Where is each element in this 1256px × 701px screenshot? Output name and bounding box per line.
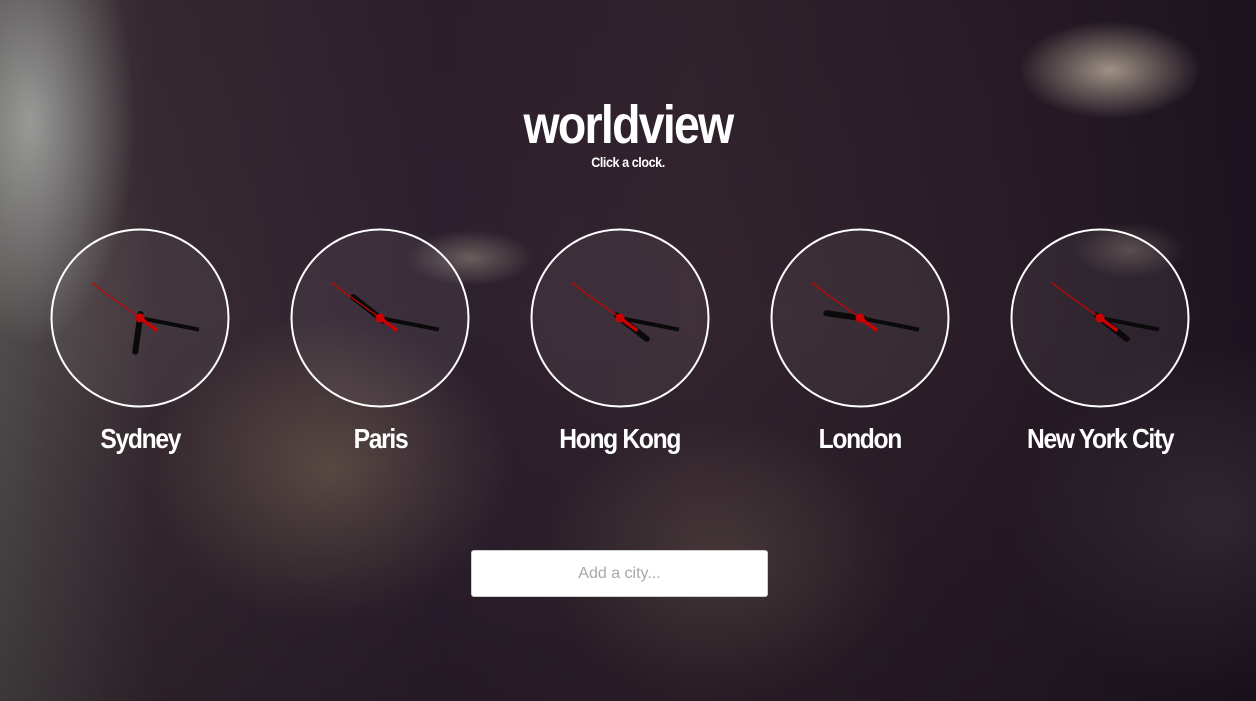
city-label: Paris <box>353 423 408 454</box>
clock-face[interactable] <box>1010 228 1190 408</box>
clock-center-pin <box>375 313 385 323</box>
clock-paris[interactable]: Paris <box>260 228 500 455</box>
app-subtitle: Click a clock. <box>591 154 665 170</box>
clock-face[interactable] <box>50 228 230 408</box>
app-title: worldview <box>523 95 734 155</box>
city-label: London <box>818 423 903 454</box>
clock-face[interactable] <box>530 228 710 408</box>
clock-center-pin <box>615 313 625 323</box>
header: worldview Click a clock. <box>0 92 1256 170</box>
clock-face[interactable] <box>770 228 950 408</box>
add-city-input[interactable] <box>471 550 768 597</box>
clock-row: Sydney Paris Hong Kong London New York C… <box>20 228 1220 455</box>
city-label: Hong Kong <box>559 423 682 454</box>
clock-new-york-city[interactable]: New York City <box>980 228 1220 455</box>
city-label: Sydney <box>100 423 181 454</box>
clock-center-pin <box>135 313 145 323</box>
city-label: New York City <box>1026 423 1175 454</box>
clock-face[interactable] <box>290 228 470 408</box>
clock-hong-kong[interactable]: Hong Kong <box>500 228 740 455</box>
clock-london[interactable]: London <box>740 228 980 455</box>
clock-center-pin <box>1095 313 1105 323</box>
clock-sydney[interactable]: Sydney <box>20 228 260 455</box>
clock-center-pin <box>855 313 865 323</box>
